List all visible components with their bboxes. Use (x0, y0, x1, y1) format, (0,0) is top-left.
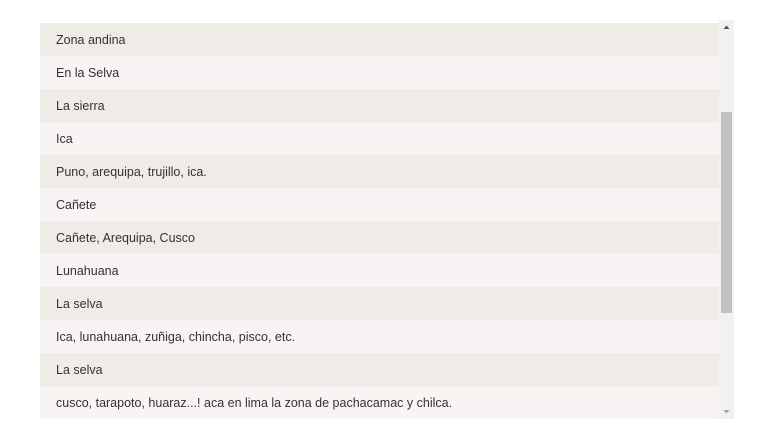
list-item: Cañete, Arequipa, Cusco (40, 221, 719, 254)
list-item: Puno, arequipa, trujillo, ica. (40, 155, 719, 188)
list-item: Lunahuana (40, 254, 719, 287)
list-item: En la Selva (40, 56, 719, 89)
list-item: La selva (40, 287, 719, 320)
list-item: cusco, tarapoto, huaraz...! aca en lima … (40, 386, 719, 419)
list-item: La sierra (40, 89, 719, 122)
list-item: Ica, lunahuana, zuñiga, chincha, pisco, … (40, 320, 719, 353)
list-item: Ica (40, 122, 719, 155)
scroll-up-button[interactable] (719, 20, 734, 35)
list-item: La selva (40, 353, 719, 386)
responses-list: Zona andina En la Selva La sierra Ica Pu… (40, 23, 719, 419)
triangle-up-icon (723, 25, 730, 29)
triangle-down-icon (723, 410, 730, 414)
scrollbar-thumb[interactable] (721, 112, 732, 314)
responses-panel: Zona andina En la Selva La sierra Ica Pu… (40, 20, 734, 419)
list-item: Cañete (40, 188, 719, 221)
list-item: Zona andina (40, 23, 719, 56)
scroll-down-button[interactable] (719, 404, 734, 419)
vertical-scrollbar[interactable] (719, 20, 734, 419)
